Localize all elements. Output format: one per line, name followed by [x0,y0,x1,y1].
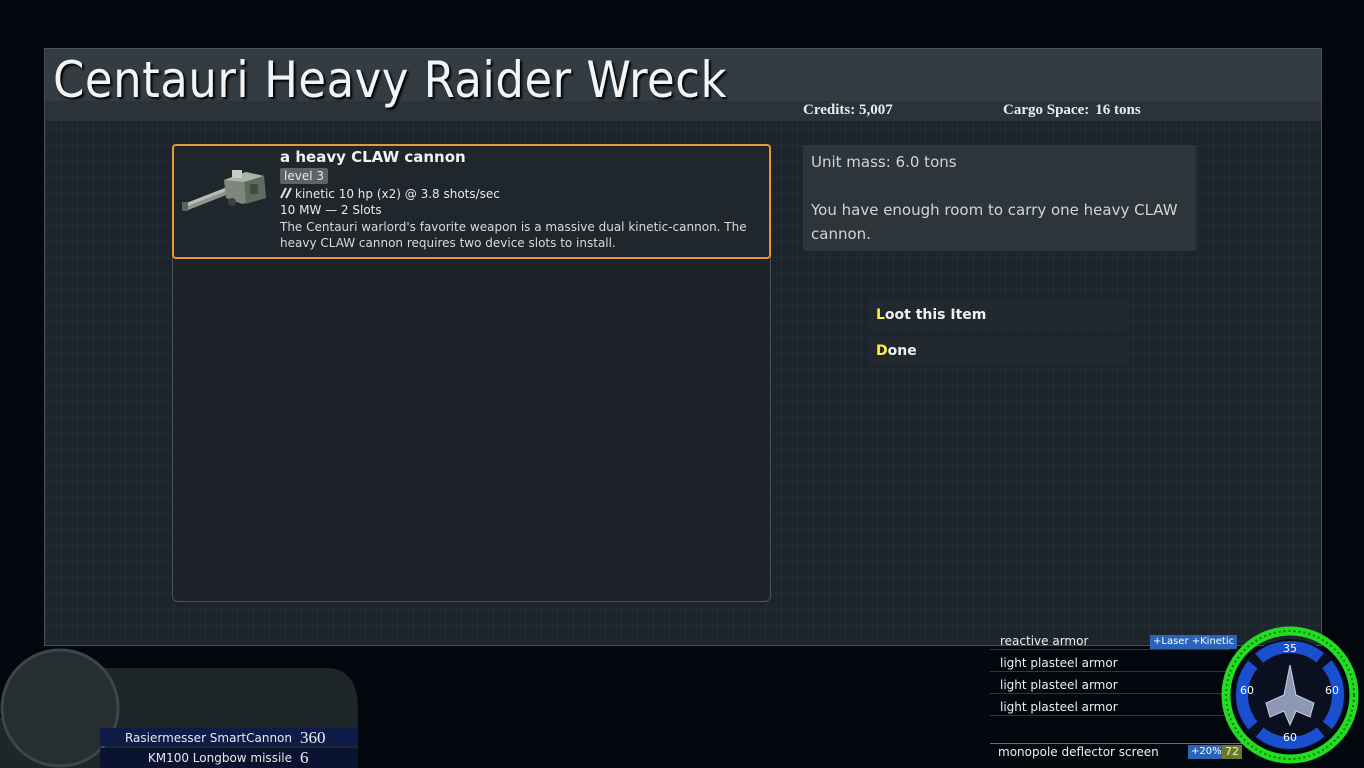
credits-readout: Credits: 5,007 [803,102,893,118]
loot-label: oot this Item [884,307,987,323]
shield-name: monopole deflector screen [998,745,1159,759]
item-level-badge: level 3 [280,168,328,184]
armor-ring-bottom: 60 [1283,731,1297,744]
item-stats: kinetic 10 hp (x2) @ 3.8 shots/sec [280,187,500,201]
armor-segment-2: light plasteel armor [1000,656,1118,670]
kinetic-damage-icon [280,187,292,199]
primary-weapon-ammo: 360 [300,728,326,747]
cargo-value: 16 tons [1095,102,1141,118]
primary-weapon-name: Rasiermesser SmartCannon [124,731,292,745]
unit-mass-text: Unit mass: 6.0 tons [811,153,957,171]
item-info-box: Unit mass: 6.0 tons You have enough room… [803,145,1196,251]
item-power-slots: 10 MW — 2 Slots [280,203,382,217]
armor-ring-left: 60 [1240,684,1254,697]
armor-segment-1: reactive armor [1000,634,1089,648]
cargo-room-text: You have enough room to carry one heavy … [811,201,1178,243]
armor-hud: reactive armor +Laser +Kinetic light pla… [990,625,1364,768]
cargo-label: Cargo Space: [1003,102,1090,118]
armor-segment-3: light plasteel armor [1000,678,1118,692]
missile-weapon-name: KM100 Longbow missile [147,751,292,765]
armor-divider [990,693,1230,694]
loot-screen-panel: Centauri Heavy Raider Wreck Credits: 5,0… [44,48,1322,646]
missile-ammo: 6 [300,748,309,767]
heavy-claw-cannon-image [182,170,266,211]
done-label: one [887,343,917,359]
item-description: The Centauri warlord's favorite weapon i… [280,220,747,250]
done-hotkey: D [876,343,888,359]
armor-divider [990,649,1230,650]
cargo-readout: Cargo Space: 16 tons [1003,102,1141,119]
armor-ring-right: 60 [1325,684,1339,697]
item-name: a heavy CLAW cannon [280,148,466,166]
done-button[interactable]: Done [869,336,1129,366]
armor-ring-top: 35 [1283,642,1297,655]
shield-divider [990,743,1248,744]
item-damage-text: kinetic 10 hp (x2) @ 3.8 shots/sec [295,187,500,201]
screen-title: Centauri Heavy Raider Wreck [53,51,727,109]
armor-divider [990,671,1230,672]
armor-divider [990,715,1230,716]
weapons-hud: Rasiermesser SmartCannon 360 KM100 Longb… [0,648,360,768]
armor-segment-4: light plasteel armor [1000,700,1118,714]
list-item-selected[interactable]: a heavy CLAW cannon level 3 kinetic 10 h… [172,144,771,259]
loot-item-button[interactable]: Loot this Item [869,300,1129,330]
loot-hotkey: L [876,307,885,323]
